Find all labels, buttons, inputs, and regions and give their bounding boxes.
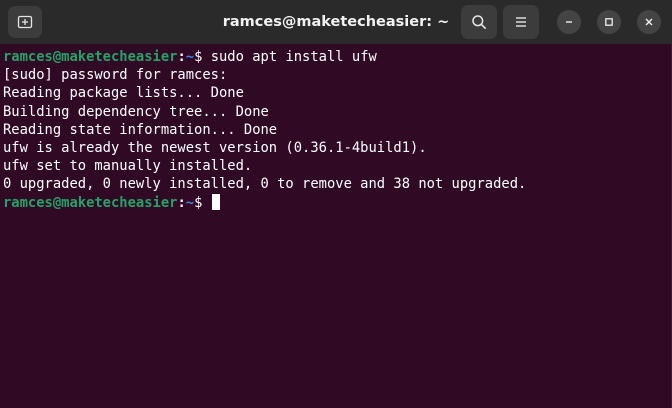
output-line: Building dependency tree... Done <box>3 103 269 120</box>
prompt-path: ~ <box>185 194 195 211</box>
search-icon <box>472 15 486 29</box>
search-button[interactable] <box>461 5 497 39</box>
output-line: [sudo] password for ramces: <box>3 67 228 84</box>
prompt-symbol: $ <box>194 194 211 211</box>
current-prompt-line[interactable]: ramces@maketecheasier:~$ <box>3 193 672 212</box>
output-line: Reading package lists... Done <box>3 85 244 102</box>
new-tab-icon <box>17 15 33 29</box>
prompt-colon: : <box>177 194 186 211</box>
prompt-path: ~ <box>185 49 195 65</box>
terminal-output[interactable]: ramces@maketecheasier:~$ sudo apt instal… <box>0 44 672 408</box>
output-line: 0 upgraded, 0 newly installed, 0 to remo… <box>3 176 527 193</box>
command-text: sudo apt install ufw <box>210 49 377 65</box>
prompt-symbol: $ <box>194 49 211 65</box>
command-line: ramces@maketecheasier:~$ sudo apt instal… <box>3 48 672 66</box>
close-button[interactable] <box>637 10 661 34</box>
minimize-icon <box>566 21 572 23</box>
close-icon <box>645 18 653 26</box>
maximize-button[interactable] <box>597 10 621 34</box>
minimize-button[interactable] <box>557 10 581 34</box>
prompt-colon: : <box>177 49 186 65</box>
maximize-icon <box>605 18 613 26</box>
titlebar: ramces@maketecheasier: ~ <box>0 0 672 44</box>
output-line: ufw is already the newest version (0.36.… <box>3 139 427 156</box>
terminal-window: ramces@maketecheasier: ~ ramces@maketech… <box>0 0 672 408</box>
new-tab-button[interactable] <box>8 6 42 38</box>
text-cursor <box>211 193 220 210</box>
output-line: ufw set to manually installed. <box>3 158 253 175</box>
hamburger-menu-icon <box>516 17 526 27</box>
output-line: Reading state information... Done <box>3 121 278 138</box>
menu-button[interactable] <box>503 5 539 39</box>
prompt-user-host: ramces@maketecheasier <box>3 194 178 211</box>
prompt-user-host: ramces@maketecheasier <box>3 49 178 65</box>
